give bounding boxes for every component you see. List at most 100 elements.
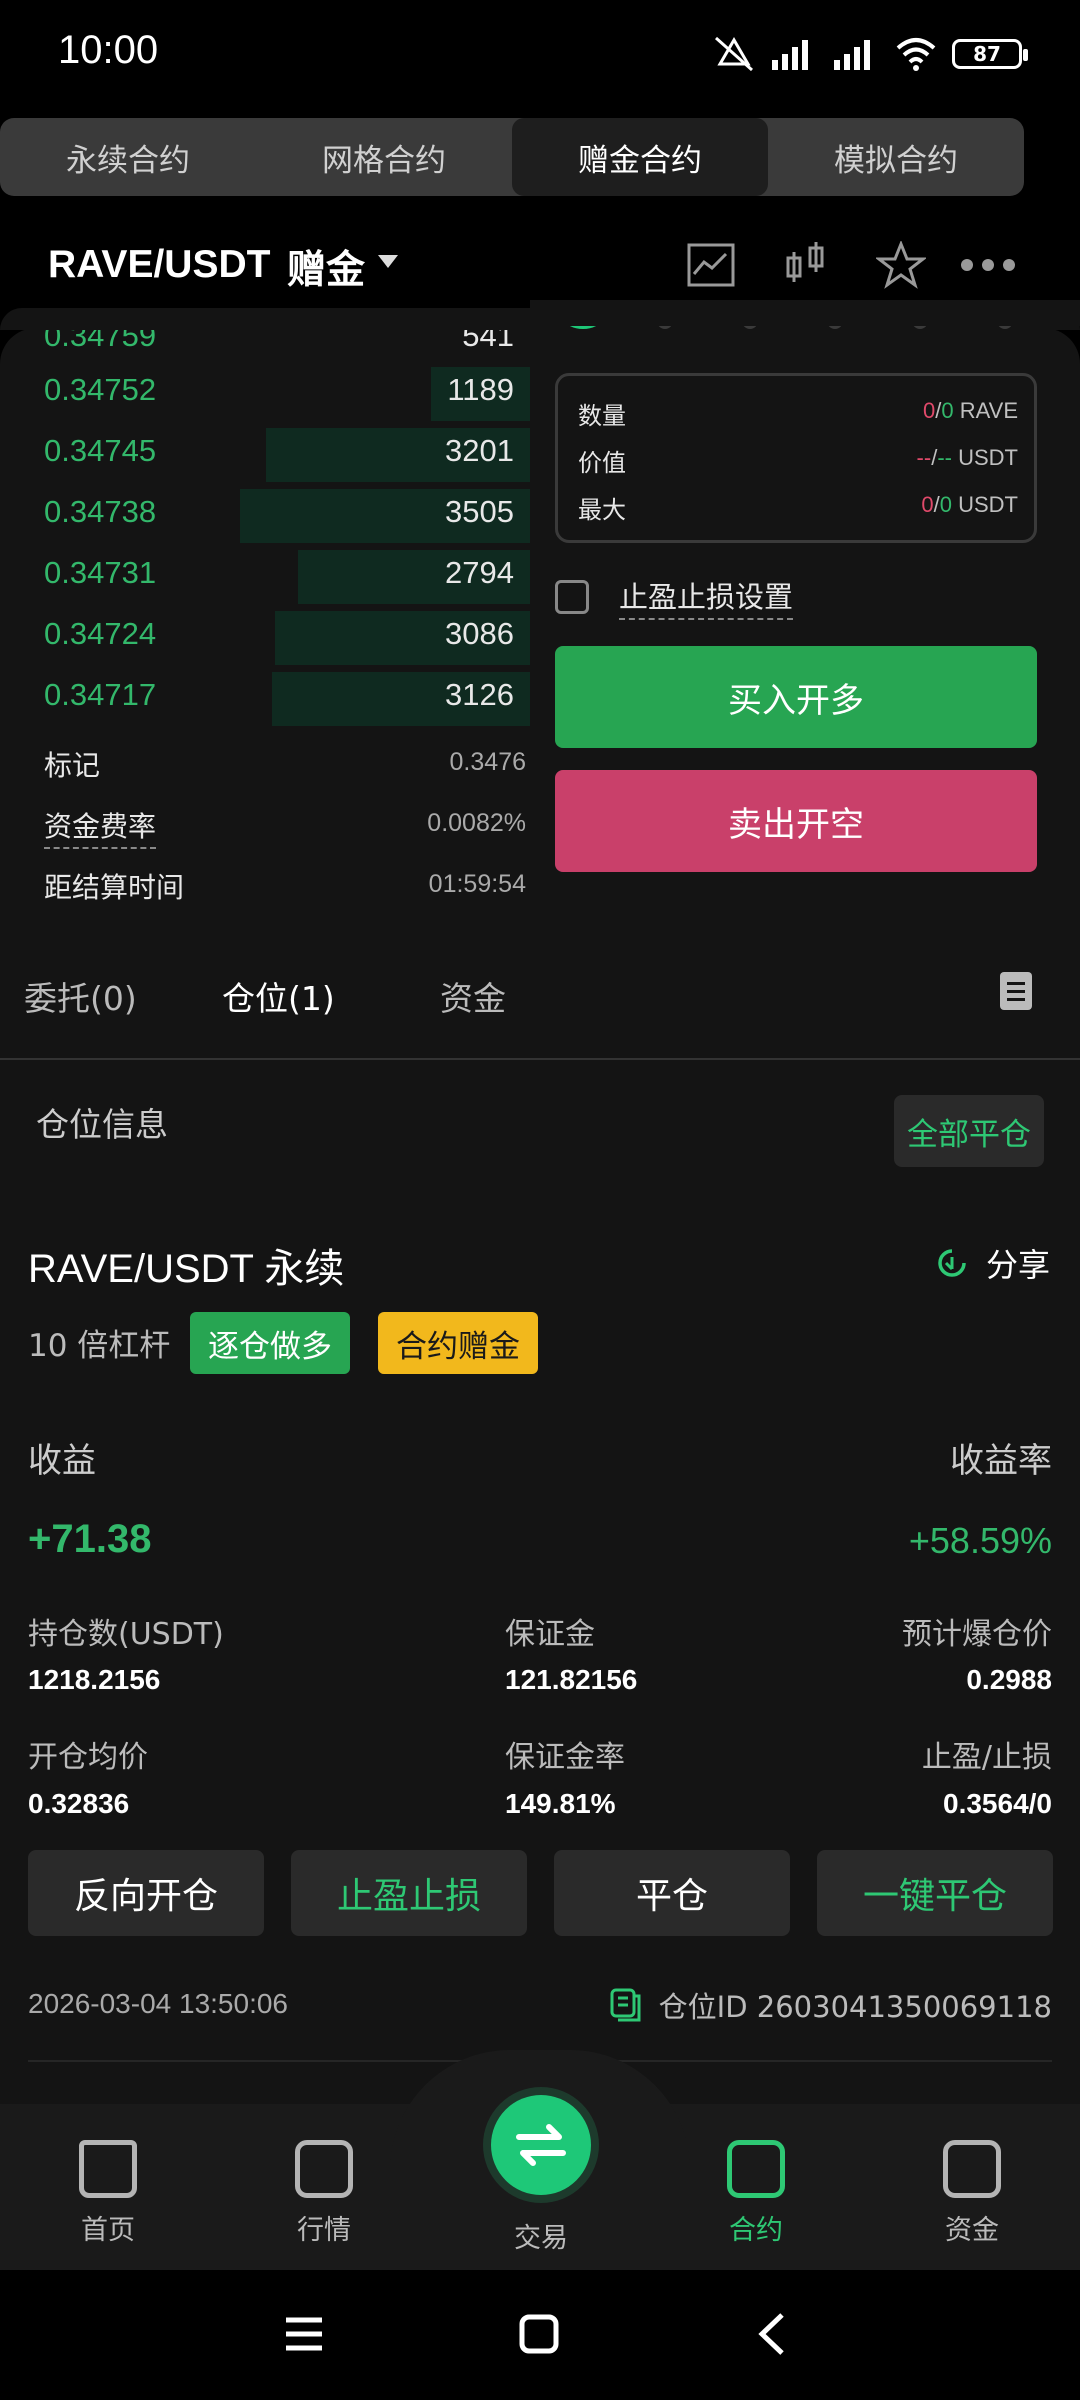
entry-value: 0.32836 — [28, 1788, 130, 1819]
size-label: 持仓数(USDT) — [28, 1617, 224, 1652]
share-label: 分享 — [985, 1246, 1050, 1284]
orderbook-row[interactable]: 0.34738 3505 — [30, 486, 530, 543]
share-icon — [938, 1249, 966, 1277]
bid-qty: 3126 — [445, 677, 514, 712]
position-name: RAVE/USDT 永续 — [28, 1247, 345, 1291]
liq-label: 预计爆仓价 — [902, 1617, 1052, 1652]
nav-assets[interactable]: 资金 — [902, 2140, 1042, 2247]
reverse-button[interactable]: 反向开仓 — [28, 1850, 264, 1936]
candlestick-icon[interactable] — [778, 237, 834, 293]
quick-close-button[interactable]: 一键平仓 — [817, 1850, 1053, 1936]
nav-contract[interactable]: 合约 — [686, 2140, 826, 2247]
close-all-button[interactable]: 全部平仓 — [894, 1095, 1044, 1167]
contract-type-tabs: 永续合约 网格合约 赠金合约 模拟合约 — [0, 118, 1024, 196]
value-value: --/-- USDT — [916, 445, 1018, 470]
mark-price-row: 标记 0.3476 — [44, 740, 526, 784]
back-icon[interactable] — [756, 2312, 786, 2356]
battery-icon: 87 — [952, 39, 1028, 69]
tab-demo[interactable]: 模拟合约 — [768, 118, 1024, 196]
value-row: 价值 --/-- USDT — [578, 437, 1018, 481]
menu-icon[interactable] — [284, 2314, 324, 2354]
sell-short-button[interactable]: 卖出开空 — [555, 770, 1037, 872]
settle-label: 距结算时间 — [44, 871, 185, 904]
tpsl-checkbox[interactable] — [555, 580, 589, 614]
orderbook-row[interactable]: 0.34752 1189 — [30, 364, 530, 421]
slider-mask — [530, 300, 1080, 326]
trade-button[interactable] — [491, 2095, 591, 2195]
market-icon — [295, 2140, 353, 2198]
position-time: 2026-03-04 13:50:06 — [28, 1988, 288, 2019]
bid-qty: 3086 — [445, 616, 514, 651]
qty-value: 0/0 RAVE — [922, 398, 1018, 423]
copy-icon[interactable] — [609, 1987, 643, 2023]
margin-value: 121.82156 — [505, 1664, 638, 1695]
bid-qty: 3201 — [445, 433, 514, 468]
chevron-down-icon[interactable] — [378, 255, 398, 268]
margin-ratio-label: 保证金率 — [505, 1740, 625, 1775]
position-id-label: 仓位ID 2603041350069118 — [658, 1990, 1052, 2024]
mark-label: 标记 — [44, 749, 101, 782]
home-square-icon[interactable] — [519, 2314, 559, 2354]
qty-row: 数量 0/0 RAVE — [578, 390, 1018, 434]
tab-grid[interactable]: 网格合约 — [256, 118, 512, 196]
nav-trade-label[interactable]: 交易 — [471, 2216, 611, 2255]
swap-icon — [516, 2124, 566, 2166]
side-badge: 逐仓做多 — [190, 1312, 350, 1374]
system-nav-bar — [0, 2270, 1080, 2400]
max-row: 最大 0/0 USDT — [578, 484, 1018, 528]
more-icon[interactable] — [960, 237, 1016, 293]
bid-price: 0.34717 — [44, 677, 157, 712]
orderbook-row[interactable]: 0.34745 3201 — [30, 425, 530, 482]
nav-market[interactable]: 行情 — [254, 2140, 394, 2247]
mute-icon — [715, 36, 753, 72]
tpsl-setting[interactable]: 止盈止损设置 — [555, 574, 794, 620]
share-button[interactable]: 分享 — [934, 1240, 1050, 1286]
bid-price: 0.34731 — [44, 555, 157, 590]
bid-qty: 3505 — [445, 494, 514, 529]
pair-symbol[interactable]: RAVE/USDT — [48, 243, 270, 287]
tpsl-info-value: 0.3564/0 — [943, 1788, 1052, 1819]
tpsl-label[interactable]: 止盈止损设置 — [619, 574, 794, 620]
close-button[interactable]: 平仓 — [554, 1850, 790, 1936]
orderbook-row[interactable]: 0.34717 3126 — [30, 669, 530, 726]
funding-rate-row[interactable]: 资金费率 0.0082% — [44, 801, 526, 849]
tpsl-button[interactable]: 止盈止损 — [291, 1850, 527, 1936]
tab-positions[interactable]: 仓位(1) — [222, 972, 335, 1020]
tab-funds[interactable]: 资金 — [440, 972, 506, 1020]
contract-icon — [727, 2140, 785, 2198]
orderbook-row[interactable]: 0.34724 3086 — [30, 608, 530, 665]
status-time: 10:00 — [58, 28, 159, 72]
tab-bonus[interactable]: 赠金合约 — [512, 118, 768, 196]
funding-label[interactable]: 资金费率 — [44, 805, 157, 849]
mark-value: 0.3476 — [449, 748, 526, 776]
max-label: 最大 — [578, 496, 626, 524]
orderbook-row[interactable]: 0.34731 2794 — [30, 547, 530, 604]
nav-home[interactable]: 首页 — [38, 2140, 178, 2247]
chart-icon[interactable] — [683, 237, 739, 293]
position-id[interactable]: 仓位ID 2603041350069118 — [609, 1984, 1052, 2026]
section-title: 仓位信息 — [36, 1105, 168, 1144]
bonus-badge: 合约赠金 — [378, 1312, 538, 1374]
buy-long-button[interactable]: 买入开多 — [555, 646, 1037, 748]
bid-price: 0.34724 — [44, 616, 157, 651]
document-icon[interactable] — [1000, 972, 1032, 1010]
status-icons: 87 — [712, 30, 1028, 78]
home-icon — [79, 2140, 137, 2198]
entry-label: 开仓均价 — [28, 1740, 148, 1775]
bid-price: 0.34738 — [44, 494, 157, 529]
qty-label: 数量 — [578, 402, 626, 430]
wallet-icon — [943, 2140, 1001, 2198]
roe-value: +58.59% — [908, 1520, 1052, 1561]
bid-qty: 2794 — [445, 555, 514, 590]
max-value: 0/0 USDT — [921, 492, 1018, 517]
tab-orders[interactable]: 委托(0) — [24, 972, 137, 1020]
pnl-label: 收益 — [28, 1441, 96, 1481]
pair-tag[interactable]: 赠金 — [287, 239, 365, 295]
value-label: 价值 — [578, 449, 626, 477]
funding-value: 0.0082% — [427, 809, 526, 837]
signal-icon — [772, 40, 808, 70]
star-icon[interactable] — [873, 237, 929, 293]
liq-value: 0.2988 — [966, 1664, 1052, 1695]
status-bar: 10:00 87 — [0, 0, 1080, 108]
tab-perpetual[interactable]: 永续合约 — [0, 118, 256, 196]
